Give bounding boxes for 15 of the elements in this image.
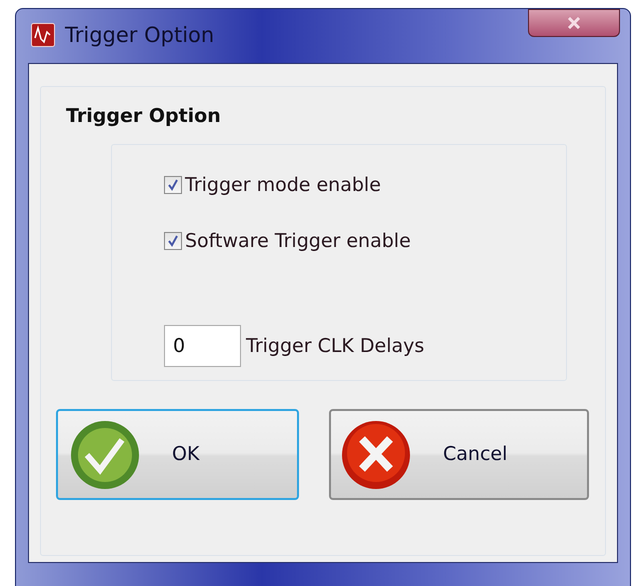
cancel-icon xyxy=(341,420,411,490)
group-title: Trigger Option xyxy=(66,104,221,129)
cancel-button[interactable]: Cancel xyxy=(329,409,589,500)
checkbox-label: Software Trigger enable xyxy=(185,229,411,253)
window-title: Trigger Option xyxy=(65,23,214,47)
close-button[interactable] xyxy=(528,9,620,37)
checkbox[interactable] xyxy=(164,232,182,250)
delay-label: Trigger CLK Delays xyxy=(246,334,424,359)
wave-icon xyxy=(31,23,55,47)
checkbox-label: Trigger mode enable xyxy=(185,173,381,197)
check-icon xyxy=(70,420,140,490)
delay-field[interactable]: 0 xyxy=(164,325,241,367)
close-icon xyxy=(567,17,581,29)
ok-button[interactable]: OK xyxy=(56,409,299,500)
checkbox[interactable] xyxy=(164,176,182,194)
